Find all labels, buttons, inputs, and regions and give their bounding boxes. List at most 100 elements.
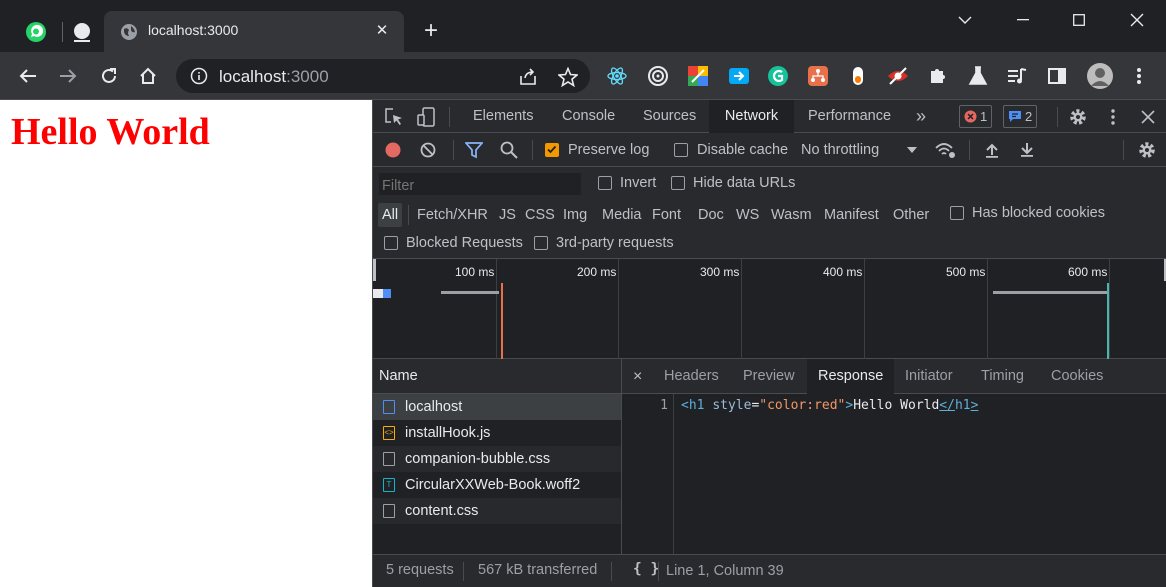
tab-localhost[interactable]: localhost:3000 ✕ [104, 11, 404, 52]
blocked-requests-checkbox[interactable] [384, 236, 398, 250]
record-icon[interactable] [384, 141, 402, 159]
network-overview-timeline[interactable]: 100 ms 200 ms 300 ms 400 ms 500 ms 600 m… [373, 259, 1166, 359]
type-filter-media[interactable]: Media [602, 203, 642, 227]
network-settings-icon[interactable] [1137, 140, 1157, 160]
react-icon[interactable] [606, 65, 628, 87]
has-blocked-cookies-checkbox[interactable] [950, 206, 964, 220]
star-icon[interactable] [557, 66, 579, 88]
request-row[interactable]: localhost [373, 394, 621, 420]
invert-checkbox[interactable] [598, 176, 612, 190]
third-party-requests-label[interactable]: 3rd-party requests [556, 235, 674, 251]
inspect-element-icon[interactable] [383, 106, 405, 128]
tab-headers[interactable]: Headers [664, 359, 719, 394]
invert-label[interactable]: Invert [620, 175, 656, 191]
type-filter-wasm[interactable]: Wasm [771, 203, 812, 227]
minimize-icon[interactable] [1000, 6, 1046, 34]
dropdown-arrow-icon[interactable] [906, 144, 918, 156]
type-filter-doc[interactable]: Doc [698, 203, 724, 227]
tab-initiator[interactable]: Initiator [905, 359, 953, 394]
puzzle-icon[interactable] [927, 65, 949, 87]
request-row[interactable]: <> installHook.js [373, 420, 621, 446]
export-har-icon[interactable] [1018, 141, 1036, 159]
address-bar[interactable]: localhost:3000 [176, 59, 590, 93]
filter-input[interactable] [379, 173, 581, 195]
tab-sources[interactable]: Sources [643, 100, 696, 133]
pretty-print-icon[interactable]: { } [633, 561, 659, 577]
preserve-log-checkbox[interactable] [545, 143, 559, 157]
tab-cookies[interactable]: Cookies [1051, 359, 1103, 394]
tab-preview[interactable]: Preview [743, 359, 795, 394]
type-filter-fetch-xhr[interactable]: Fetch/XHR [417, 203, 488, 227]
type-filter-js[interactable]: JS [499, 203, 516, 227]
settings-icon[interactable] [1067, 106, 1089, 128]
type-filter-ws[interactable]: WS [736, 203, 759, 227]
grammarly-icon[interactable] [767, 65, 789, 87]
chevron-down-icon[interactable] [942, 6, 988, 34]
tab-console[interactable]: Console [562, 100, 615, 133]
tab-network[interactable]: Network [709, 100, 794, 133]
pinned-tab-whatsapp[interactable] [18, 14, 54, 50]
media-icon[interactable] [1006, 65, 1028, 87]
transferred-size: 567 kB transferred [478, 562, 598, 578]
close-tab-icon[interactable]: ✕ [372, 21, 392, 41]
more-tabs-icon[interactable]: » [916, 100, 926, 133]
hide-data-urls-checkbox[interactable] [671, 176, 685, 190]
close-detail-icon[interactable]: × [633, 359, 642, 394]
request-row[interactable]: T CircularXXWeb-Book.woff2 [373, 472, 621, 498]
new-tab-icon[interactable]: + [418, 18, 444, 44]
name-column-header[interactable]: Name [373, 359, 621, 394]
type-filter-manifest[interactable]: Manifest [824, 203, 879, 227]
reload-icon[interactable] [95, 62, 123, 90]
menu-icon[interactable] [1128, 65, 1150, 87]
avatar[interactable] [1086, 62, 1114, 90]
hide-data-urls-label[interactable]: Hide data URLs [693, 175, 795, 191]
type-filter-all[interactable]: All [378, 203, 403, 227]
disable-cache-label[interactable]: Disable cache [697, 142, 788, 158]
error-count-badge[interactable]: 1 [959, 105, 993, 128]
close-devtools-icon[interactable] [1137, 106, 1159, 128]
import-har-icon[interactable] [983, 141, 1001, 159]
clear-icon[interactable] [419, 141, 437, 159]
tab-timing[interactable]: Timing [981, 359, 1024, 394]
throttling-select[interactable]: No throttling [801, 142, 879, 158]
eye-slash-icon[interactable] [887, 65, 909, 87]
colorful-extension-icon[interactable] [687, 65, 709, 87]
type-filter-css[interactable]: CSS [525, 203, 555, 227]
share-icon[interactable] [517, 66, 539, 88]
tab-response[interactable]: Response [807, 359, 895, 394]
disable-cache-checkbox[interactable] [674, 143, 688, 157]
back-icon[interactable] [14, 62, 42, 90]
arrow-extension-icon[interactable] [728, 65, 750, 87]
target-icon[interactable] [647, 65, 669, 87]
home-icon[interactable] [134, 62, 162, 90]
info-icon[interactable] [190, 67, 208, 85]
more-options-icon[interactable] [1102, 106, 1124, 128]
tab-elements[interactable]: Elements [473, 100, 533, 133]
type-filter-img[interactable]: Img [563, 203, 587, 227]
forward-icon[interactable] [54, 62, 82, 90]
network-conditions-icon[interactable] [934, 140, 956, 160]
filter-icon[interactable] [464, 140, 484, 160]
search-icon[interactable] [499, 140, 519, 160]
blocked-requests-label[interactable]: Blocked Requests [406, 235, 523, 251]
device-toolbar-icon[interactable] [415, 106, 437, 128]
request-row[interactable]: content.css [373, 498, 621, 524]
type-filter-other[interactable]: Other [893, 203, 929, 227]
url-text[interactable]: localhost:3000 [219, 67, 329, 87]
has-blocked-cookies-label[interactable]: Has blocked cookies [972, 205, 1105, 221]
type-filter-font[interactable]: Font [652, 203, 681, 227]
maximize-icon[interactable] [1056, 6, 1102, 34]
pinned-tab-2[interactable] [64, 14, 100, 50]
sidebar-icon[interactable] [1046, 65, 1068, 87]
response-code[interactable]: <h1 style="color:red">Hello World</h1> [681, 398, 978, 413]
tab-performance[interactable]: Performance [808, 100, 891, 133]
flask-icon[interactable] [967, 65, 989, 87]
toggle-extension-icon[interactable] [847, 65, 869, 87]
network-extension-icon[interactable] [807, 65, 829, 87]
timeline-left-handle[interactable] [373, 259, 376, 281]
third-party-requests-checkbox[interactable] [534, 236, 548, 250]
request-row[interactable]: companion-bubble.css [373, 446, 621, 472]
preserve-log-label[interactable]: Preserve log [568, 142, 649, 158]
close-window-icon[interactable] [1114, 6, 1160, 34]
message-count-badge[interactable]: 2 [1003, 105, 1038, 128]
